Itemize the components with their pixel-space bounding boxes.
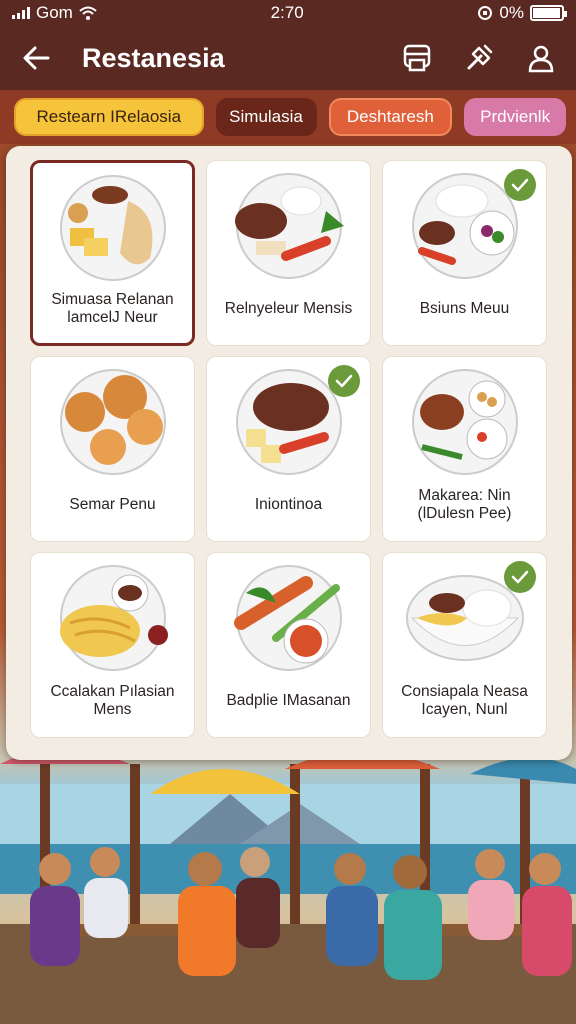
chip-restearn[interactable]: Restearn IRelaosia	[14, 98, 204, 136]
menu-card[interactable]: Iniontinoa	[206, 356, 371, 542]
dish-image	[411, 369, 518, 475]
menu-card-label: Ccalakan Pılasian Mens	[50, 683, 175, 718]
menu-card-label: Iniontinoa	[254, 496, 323, 513]
menu-card[interactable]: Badplie IMasanan	[206, 552, 371, 738]
print-button[interactable]	[398, 39, 436, 77]
dish-image	[59, 565, 168, 671]
menu-card[interactable]: Simuasa Relanan lamcelJ Neur	[30, 160, 195, 346]
menu-grid: Simuasa Relanan lamcelJ Neur Relnyeleur M…	[30, 160, 548, 738]
menu-card[interactable]: Makarea: Nin (lDulesn Pee)	[382, 356, 547, 542]
menu-card[interactable]: Semar Penu	[30, 356, 195, 542]
menu-card-label: Badplie IMasanan	[226, 692, 351, 709]
signal-icon	[12, 7, 30, 19]
user-icon	[528, 45, 554, 73]
arrow-left-icon	[23, 46, 50, 70]
check-icon	[504, 169, 536, 201]
status-bar: Gom 2:70 0%	[0, 0, 576, 26]
dish-image	[233, 565, 342, 671]
category-chips: Restearn IRelaosia Simulasia Deshtaresh …	[0, 90, 576, 144]
battery-percent: 0%	[499, 3, 524, 22]
menu-card[interactable]: Consiapala Neasa Icayen, Nunl	[382, 552, 547, 738]
chip-deshtaresh[interactable]: Deshtaresh	[328, 98, 453, 136]
menu-card-label: Semar Penu	[69, 496, 156, 513]
tools-icon	[467, 44, 493, 70]
page-title: Restanesia	[82, 42, 225, 73]
dish-image	[59, 369, 166, 475]
chip-prdvienlk[interactable]: Prdvienlk	[464, 98, 566, 136]
check-icon	[328, 365, 360, 397]
menu-card[interactable]: Relnyeleur Mensis	[206, 160, 371, 346]
profile-button[interactable]	[522, 39, 560, 77]
battery-fill	[532, 8, 560, 18]
tools-button[interactable]	[460, 39, 498, 77]
back-button[interactable]	[16, 38, 56, 78]
chip-simulasia[interactable]: Simulasia	[215, 98, 317, 136]
menu-card-label: Bsiuns Meuu	[419, 300, 510, 317]
menu-card-label: Simuasa Relanan lamcelJ Neur	[51, 291, 174, 326]
rotation-lock-icon	[478, 6, 493, 20]
printer-icon	[403, 44, 431, 72]
menu-card[interactable]: Bsiuns Meuu	[382, 160, 547, 346]
menu-panel: Simuasa Relanan lamcelJ Neur Relnyeleur M…	[6, 146, 572, 760]
status-time: 2:70	[270, 3, 304, 22]
menu-card[interactable]: Ccalakan Pılasian Mens	[30, 552, 195, 738]
check-icon	[504, 561, 536, 593]
menu-card-label: Makarea: Nin (lDulesn Pee)	[417, 487, 512, 522]
app-bar: Restanesia	[0, 26, 576, 90]
dish-image	[234, 173, 344, 279]
wifi-icon	[79, 6, 97, 20]
menu-card-label: Consiapala Neasa Icayen, Nunl	[401, 683, 528, 718]
battery-icon	[529, 5, 567, 21]
menu-card-label: Relnyeleur Mensis	[224, 300, 353, 317]
dish-image	[59, 175, 166, 281]
carrier-name: Gom	[36, 3, 73, 22]
